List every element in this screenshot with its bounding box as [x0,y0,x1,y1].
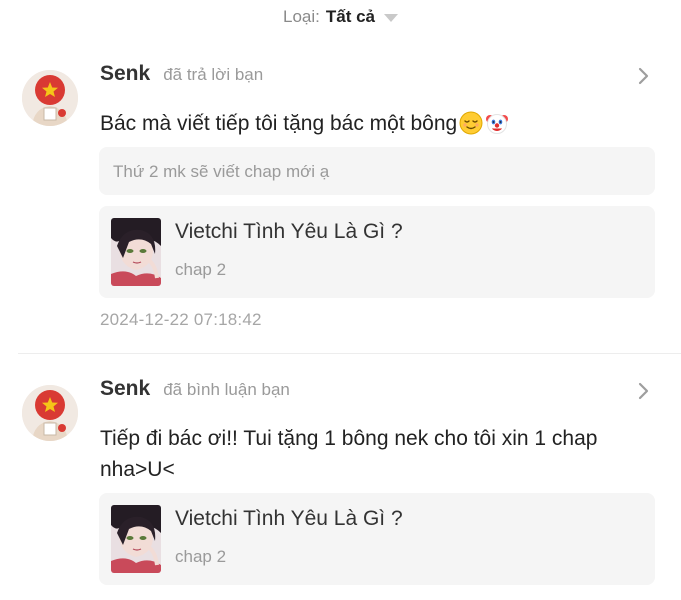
relieved-face-emoji [459,111,483,135]
divider [18,353,681,354]
filter-label: Loại: [282,7,320,26]
quoted-comment-text: Thứ 2 mk sẽ viết chap mới ạ [113,162,330,181]
filter-value[interactable]: Tất cả [326,7,375,27]
notification-item[interactable]: Senk đã bình luận bạn Tiếp đi bác ơi!! T… [0,365,681,600]
avatar[interactable] [22,70,78,126]
message-body: Bác mà viết tiếp tôi tặng bác một bông [100,112,458,135]
story-cover-image [111,218,161,286]
user-line: Senk đã trả lời bạn [100,62,263,86]
story-chapter: chap 2 [175,260,227,279]
action-text: đã trả lời bạn [163,65,264,84]
story-title[interactable]: Vietchi Tình Yêu Là Gì ? [175,507,403,531]
clown-face-emoji [485,111,509,135]
chevron-right-icon[interactable] [637,66,651,86]
story-cover-image [111,505,161,573]
story-title[interactable]: Vietchi Tình Yêu Là Gì ? [175,220,403,244]
avatar[interactable] [22,385,78,441]
chevron-right-icon[interactable] [637,381,651,401]
timestamp: 2024-12-22 07:18:42 [100,310,262,329]
message-text: Tiếp đi bác ơi!! Tui tặng 1 bông nek cho… [100,427,598,481]
story-card[interactable]: Vietchi Tình Yêu Là Gì ? chap 2 [99,493,655,585]
story-chapter: chap 2 [175,547,227,566]
notification-item[interactable]: Senk đã trả lời bạn Bác mà viết tiếp tôi… [0,50,681,350]
username[interactable]: Senk [100,62,150,86]
action-text: đã bình luận bạn [163,380,290,399]
message-text: Bác mà viết tiếp tôi tặng bác một bông [100,108,570,139]
quoted-comment[interactable]: Thứ 2 mk sẽ viết chap mới ạ [99,147,655,195]
story-card[interactable]: Vietchi Tình Yêu Là Gì ? chap 2 [99,206,655,298]
filter-bar[interactable]: Loại: Tất cả [0,0,681,34]
username[interactable]: Senk [100,377,150,401]
user-line: Senk đã bình luận bạn [100,377,290,401]
caret-down-icon[interactable] [384,14,398,22]
